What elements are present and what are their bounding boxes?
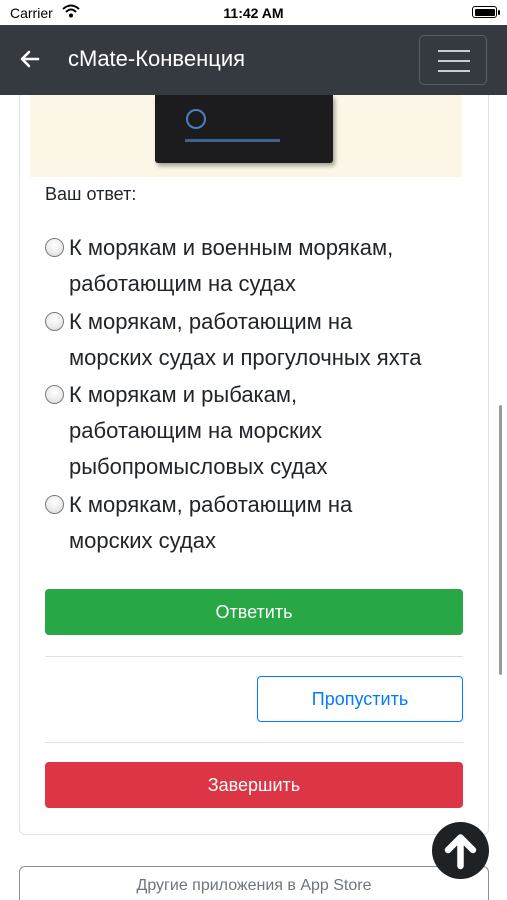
status-bar: Carrier 11:42 AM [0,0,507,25]
scrollbar[interactable] [499,405,502,675]
answer-option-1[interactable]: К морякам и военным морякам, работающим … [45,230,445,304]
question-image [30,95,462,177]
answer-button[interactable]: Ответить [45,589,463,635]
convention-book-image [155,95,333,163]
divider [45,742,463,743]
option-label: К морякам, работающим на морских судах и… [69,309,422,370]
imo-emblem-icon [186,109,206,129]
radio-button[interactable] [45,312,64,331]
answer-label: Ваш ответ: [45,184,137,204]
app-title: cMate-Конвенция [68,46,246,71]
top-navbar: cMate-Конвенция [0,25,507,95]
menu-toggle-button[interactable] [419,35,487,85]
app-store-link[interactable]: Другие приложения в App Store [19,866,489,900]
finish-button[interactable]: Завершить [45,762,463,808]
radio-button[interactable] [45,495,64,514]
battery-icon [472,6,500,18]
scroll-to-top-button[interactable] [432,822,489,879]
main-content: Ваш ответ: К морякам и военным морякам, … [0,95,507,900]
answer-option-4[interactable]: К морякам, работающим на морских судах [45,487,445,561]
status-time: 11:42 AM [223,5,284,21]
skip-button[interactable]: Пропустить [257,676,463,722]
arrow-up-icon [444,834,477,870]
option-label: К морякам и рыбакам, работающим на морск… [69,382,328,479]
hamburger-icon [438,50,470,52]
radio-button[interactable] [45,385,64,404]
arrow-left-icon[interactable] [18,47,42,71]
radio-button[interactable] [45,238,64,257]
answer-option-2[interactable]: К морякам, работающим на морских судах и… [45,304,445,378]
app-store-label: Другие приложения в App Store [136,877,372,894]
answer-option-3[interactable]: К морякам и рыбакам, работающим на морск… [45,377,445,487]
option-label: К морякам и военным морякам, работающим … [69,235,394,296]
divider [45,656,463,657]
option-label: К морякам, работающим на морских судах [69,492,353,553]
